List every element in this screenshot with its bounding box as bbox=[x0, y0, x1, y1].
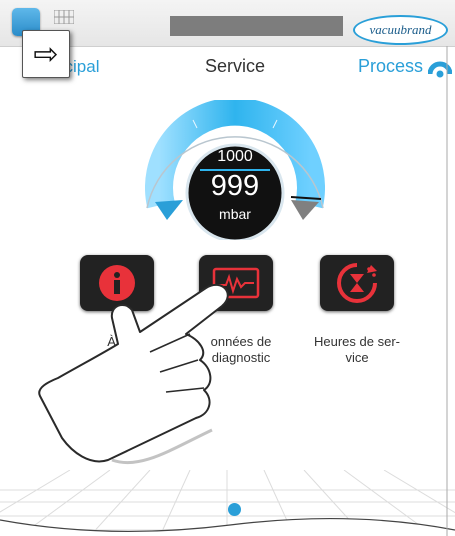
pointing-hand-icon bbox=[38, 283, 229, 465]
screen: vacuubrand u principal Service Process bbox=[0, 0, 455, 536]
